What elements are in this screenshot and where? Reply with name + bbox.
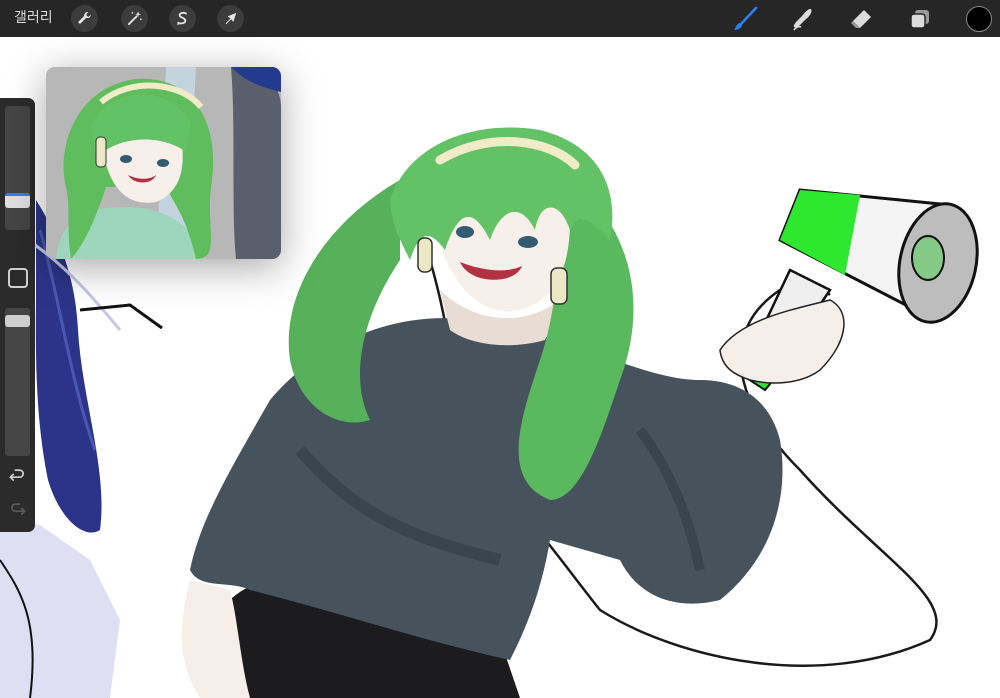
selection-button[interactable] bbox=[169, 5, 196, 32]
eraser-icon bbox=[851, 10, 871, 28]
magic-wand-icon bbox=[127, 11, 142, 26]
square-modify-icon[interactable] bbox=[8, 268, 28, 288]
wrench-icon bbox=[78, 12, 91, 24]
opacity-slider-handle[interactable] bbox=[5, 314, 30, 327]
actions-button[interactable] bbox=[71, 5, 98, 32]
layers-button[interactable] bbox=[906, 5, 934, 33]
reference-window[interactable] bbox=[46, 67, 281, 259]
smudge-finger-icon bbox=[793, 8, 812, 31]
arrow-cursor-icon bbox=[225, 12, 237, 25]
adjustments-button[interactable] bbox=[121, 5, 148, 32]
smudge-tool-button[interactable] bbox=[789, 5, 817, 33]
selection-s-icon bbox=[176, 11, 187, 25]
left-sidebar bbox=[0, 98, 35, 532]
reference-image bbox=[46, 67, 281, 259]
opacity-slider[interactable] bbox=[5, 308, 30, 456]
transform-button[interactable] bbox=[217, 5, 244, 32]
brush-size-slider-handle[interactable] bbox=[5, 193, 30, 209]
brush-size-slider[interactable] bbox=[5, 106, 30, 230]
undo-icon[interactable] bbox=[9, 468, 26, 485]
redo-icon[interactable] bbox=[9, 502, 26, 519]
brush-icon bbox=[734, 6, 758, 30]
layers-icon bbox=[910, 10, 929, 29]
gallery-button[interactable]: 갤러리 bbox=[14, 9, 53, 27]
brush-tool-button[interactable] bbox=[731, 5, 759, 33]
eraser-tool-button[interactable] bbox=[847, 5, 875, 33]
top-toolbar: 갤러리 bbox=[0, 0, 1000, 37]
color-picker-button[interactable] bbox=[966, 6, 992, 32]
